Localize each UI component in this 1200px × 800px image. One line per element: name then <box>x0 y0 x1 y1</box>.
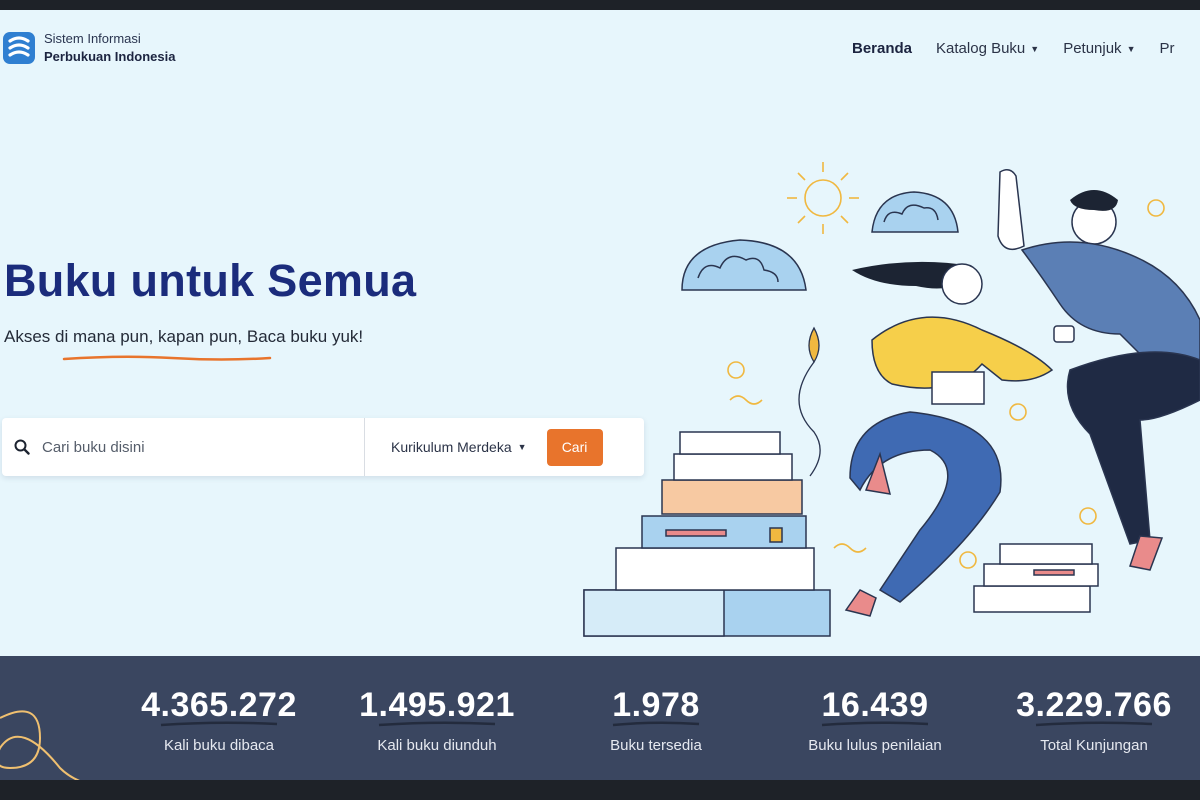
cloud-left <box>681 239 807 291</box>
site-logo[interactable]: Sistem Informasi Perbukuan Indonesia <box>2 30 175 66</box>
stat-visits-value: 3.229.766 <box>1016 686 1172 724</box>
stat-read-count: 4.365.272 Kali buku dibaca <box>130 686 308 754</box>
stat-read-label: Kali buku dibaca <box>163 737 275 754</box>
logo-line-2: Perbukuan Indonesia <box>44 49 176 64</box>
screen-bottom-edge <box>0 780 1200 800</box>
swirl-decoration <box>0 710 81 780</box>
logo-icon <box>3 32 35 64</box>
caret-down-icon: ▼ <box>1126 43 1136 54</box>
main-nav: Beranda Katalog Buku ▼ Petunjuk ▼ Pr <box>852 40 1174 57</box>
logo-line-1: Sistem Informasi <box>44 31 141 46</box>
nav-petunjuk[interactable]: Petunjuk ▼ <box>1063 40 1135 57</box>
hero-subtitle: Akses di mana pun, kapan pun, Baca buku … <box>4 327 364 346</box>
stat-passed-books: 16.439 Buku lulus penilaian <box>790 686 960 754</box>
stat-passed-label: Buku lulus penilaian <box>808 737 942 754</box>
search-bar: Kurikulum Merdeka ▼ Cari <box>2 418 644 476</box>
page: Sistem Informasi Perbukuan Indonesia Ber… <box>0 10 1200 780</box>
nav-cut-off-label: Pr <box>1159 40 1175 57</box>
hero-title: Buku untuk Semua <box>4 255 417 306</box>
nav-katalog-buku[interactable]: Katalog Buku ▼ <box>936 40 1039 57</box>
search-icon <box>2 439 42 455</box>
book-stack-left <box>583 431 831 637</box>
hero-underline-decoration <box>62 355 272 361</box>
stat-read-value: 4.365.272 <box>141 686 297 724</box>
caret-down-icon: ▼ <box>517 442 527 452</box>
caret-down-icon: ▼ <box>1030 43 1040 54</box>
stat-available-label: Buku tersedia <box>610 737 702 754</box>
search-input[interactable] <box>42 427 352 467</box>
stat-available-books: 1.978 Buku tersedia <box>590 686 722 754</box>
stat-download-label: Kali buku diunduh <box>377 737 497 754</box>
stat-available-value: 1.978 <box>612 686 700 724</box>
stat-visits-label: Total Kunjungan <box>1040 737 1148 754</box>
curriculum-dropdown[interactable]: Kurikulum Merdeka ▼ <box>365 439 547 455</box>
nav-katalog-label: Katalog Buku <box>936 40 1026 57</box>
nav-beranda[interactable]: Beranda <box>852 40 912 57</box>
book-stack-right <box>973 543 1099 613</box>
nav-petunjuk-label: Petunjuk <box>1063 40 1122 57</box>
stat-download-value: 1.495.921 <box>359 686 515 724</box>
stat-passed-value: 16.439 <box>821 686 929 724</box>
hero-illustration <box>583 162 1200 637</box>
curriculum-label: Kurikulum Merdeka <box>391 439 512 455</box>
stats-band: 4.365.272 Kali buku dibaca 1.495.921 Kal… <box>0 656 1200 780</box>
nav-beranda-label: Beranda <box>852 40 913 57</box>
nav-item-cut-off[interactable]: Pr <box>1159 40 1174 57</box>
stat-download-count: 1.495.921 Kali buku diunduh <box>352 686 522 754</box>
sun-icon <box>787 162 859 234</box>
stat-total-visits: 3.229.766 Total Kunjungan <box>1004 686 1184 754</box>
cloud-right <box>871 191 959 233</box>
